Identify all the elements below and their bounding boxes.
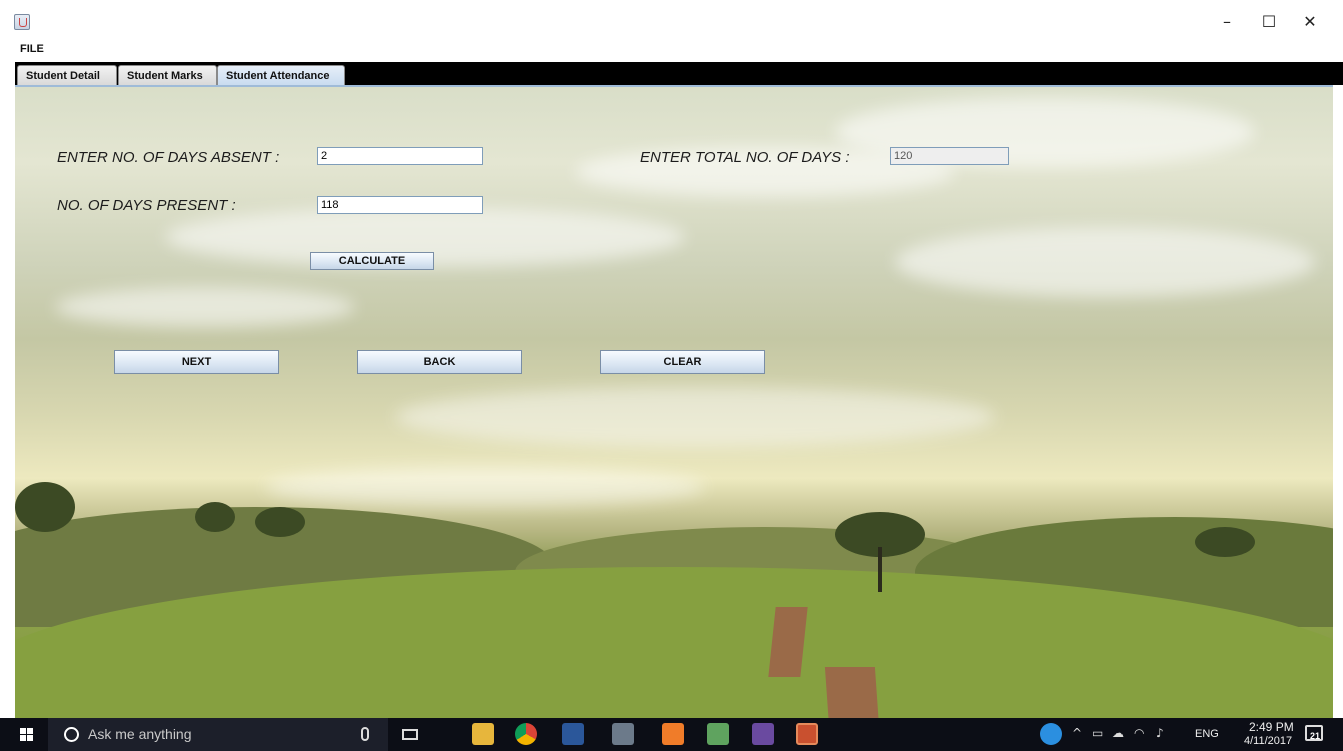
clock-time[interactable]: 2:49 PM xyxy=(1249,720,1294,734)
battery-icon[interactable]: ▭ xyxy=(1092,726,1103,740)
total-days-label: ENTER TOTAL NO. OF DAYS : xyxy=(640,149,850,166)
tab-student-detail[interactable]: Student Detail xyxy=(17,65,117,85)
maximize-button[interactable]: ☐ xyxy=(1249,10,1289,34)
close-button[interactable]: ✕ xyxy=(1290,10,1330,34)
volume-icon[interactable]: ♪ xyxy=(1156,726,1164,740)
days-absent-label: ENTER NO. OF DAYS ABSENT : xyxy=(57,149,280,166)
attendance-panel xyxy=(15,85,1333,718)
wifi-icon[interactable]: ◠ xyxy=(1134,726,1144,740)
task-view-icon[interactable] xyxy=(402,729,418,740)
next-button[interactable]: NEXT xyxy=(114,350,279,374)
chrome-icon[interactable] xyxy=(515,723,537,745)
cortana-search-box[interactable]: Ask me anything xyxy=(48,718,388,751)
notepad-icon[interactable] xyxy=(707,723,729,745)
application-window: – ☐ ✕ FILE Student Detail Student Marks … xyxy=(0,0,1343,751)
total-days-input[interactable] xyxy=(890,147,1009,165)
tray-expand-icon[interactable]: ^ xyxy=(1072,726,1082,740)
tab-student-marks[interactable]: Student Marks xyxy=(118,65,217,85)
minimize-button[interactable]: – xyxy=(1207,10,1247,34)
game-icon[interactable] xyxy=(752,723,774,745)
menu-bar: FILE xyxy=(0,40,1343,60)
windows-logo-icon xyxy=(20,728,33,741)
start-button[interactable] xyxy=(0,718,48,751)
language-indicator[interactable]: ENG xyxy=(1195,728,1219,740)
microphone-icon[interactable] xyxy=(361,727,369,741)
days-present-label: NO. OF DAYS PRESENT : xyxy=(57,197,236,214)
calculate-button[interactable]: CALCULATE xyxy=(310,252,434,270)
days-absent-input[interactable] xyxy=(317,147,483,165)
file-explorer-icon[interactable] xyxy=(472,723,494,745)
windows-taskbar: Ask me anything ^ ▭ ☁ ◠ ♪ ENG 2:49 PM 4/… xyxy=(0,718,1343,751)
days-present-input[interactable] xyxy=(317,196,483,214)
tab-strip: Student Detail Student Marks Student Att… xyxy=(15,62,1343,85)
java-app-icon xyxy=(14,14,30,30)
clock-date[interactable]: 4/11/2017 xyxy=(1244,735,1292,747)
clear-button[interactable]: CLEAR xyxy=(600,350,765,374)
update-notification-icon[interactable] xyxy=(1040,723,1062,745)
tab-student-attendance[interactable]: Student Attendance xyxy=(217,65,345,85)
onedrive-icon[interactable]: ☁ xyxy=(1112,726,1124,740)
word-icon[interactable] xyxy=(562,723,584,745)
title-bar: – ☐ ✕ xyxy=(0,0,1343,42)
back-button[interactable]: BACK xyxy=(357,350,522,374)
menu-file[interactable]: FILE xyxy=(20,43,44,55)
java-icon[interactable] xyxy=(796,723,818,745)
tools-icon[interactable] xyxy=(612,723,634,745)
cortana-icon xyxy=(64,727,79,742)
search-placeholder: Ask me anything xyxy=(88,726,192,742)
xampp-icon[interactable] xyxy=(662,723,684,745)
notification-count: 21 xyxy=(1310,731,1321,741)
